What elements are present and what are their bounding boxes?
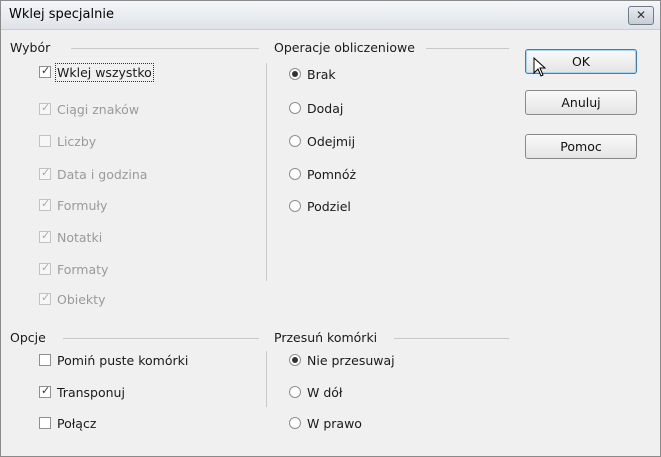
checkbox-label: Liczby — [57, 133, 97, 149]
checkbox-icon: ✓ — [39, 197, 51, 211]
radio-icon — [289, 135, 301, 147]
operations-group-label: Operacje obliczeniowe — [274, 40, 419, 55]
window-title: Wklej specjalnie — [9, 7, 114, 22]
checkbox-icon: ✓ — [39, 291, 51, 305]
selection-group-label: Wybór — [10, 40, 55, 55]
checkbox-icon: ✓ — [39, 261, 51, 275]
radio-icon — [289, 102, 301, 114]
radio-multiply[interactable]: Pomnóż — [289, 164, 356, 184]
checkbox-icon — [39, 417, 51, 429]
checkbox-icon — [39, 354, 51, 366]
close-icon: ✕ — [635, 8, 647, 22]
checkbox-icon — [39, 135, 51, 147]
checkbox-label: Formaty — [57, 261, 109, 277]
radio-none[interactable]: Brak — [289, 64, 336, 84]
checkbox-link[interactable]: Połącz — [39, 413, 96, 433]
radio-right[interactable]: W prawo — [289, 413, 362, 433]
checkbox-strings[interactable]: ✓ Ciągi znaków — [39, 99, 139, 119]
checkbox-date-time[interactable]: ✓ Data i godzina — [39, 164, 147, 184]
help-button[interactable]: Pomoc — [525, 134, 637, 159]
checkbox-objects[interactable]: ✓ Obiekty — [39, 289, 105, 309]
radio-label: Dodaj — [307, 100, 344, 116]
shift-group-label: Przesuń komórki — [274, 330, 382, 345]
checkbox-label: Pomiń puste komórki — [57, 352, 189, 368]
options-group-label: Opcje — [10, 330, 50, 345]
radio-icon — [289, 68, 301, 80]
checkbox-formulas[interactable]: ✓ Formuły — [39, 195, 107, 215]
checkbox-label: Notatki — [57, 229, 103, 245]
paste-special-dialog: Wklej specjalnie ✕ Wybór ✓ Wklej wszystk… — [0, 0, 661, 457]
selection-group-line — [71, 48, 259, 49]
radio-label: W dół — [307, 384, 343, 400]
checkbox-label: Formuły — [57, 197, 108, 213]
checkbox-label: Ciągi znaków — [57, 101, 140, 117]
checkbox-icon: ✓ — [39, 229, 51, 243]
radio-icon — [289, 200, 301, 212]
checkbox-skip-empty[interactable]: Pomiń puste komórki — [39, 350, 188, 370]
radio-icon — [289, 417, 301, 429]
radio-subtract[interactable]: Odejmij — [289, 131, 355, 151]
close-button[interactable]: ✕ — [628, 6, 654, 25]
checkbox-icon: ✓ — [39, 384, 51, 398]
radio-label: Brak — [307, 66, 336, 82]
checkbox-notes[interactable]: ✓ Notatki — [39, 227, 102, 247]
radio-label: Nie przesuwaj — [307, 352, 395, 368]
shift-group-line — [394, 338, 509, 339]
radio-label: Odejmij — [307, 133, 356, 149]
radio-icon — [289, 354, 301, 366]
checkbox-label: Data i godzina — [57, 166, 148, 182]
checkbox-icon: ✓ — [39, 166, 51, 180]
title-bar: Wklej specjalnie ✕ — [1, 1, 660, 30]
radio-divide[interactable]: Podziel — [289, 196, 351, 216]
cancel-button[interactable]: Anuluj — [525, 90, 637, 115]
checkbox-numbers[interactable]: Liczby — [39, 131, 96, 151]
radio-no-shift[interactable]: Nie przesuwaj — [289, 350, 395, 370]
operations-divider — [266, 63, 267, 281]
radio-add[interactable]: Dodaj — [289, 98, 343, 118]
checkbox-icon: ✓ — [39, 101, 51, 115]
checkbox-transpose[interactable]: ✓ Transponuj — [39, 382, 125, 402]
radio-label: W prawo — [307, 415, 362, 431]
shift-divider — [266, 351, 267, 407]
checkbox-formats[interactable]: ✓ Formaty — [39, 259, 108, 279]
checkbox-icon: ✓ — [39, 64, 51, 78]
radio-label: Podziel — [307, 198, 351, 214]
mouse-pointer-icon — [533, 57, 547, 77]
radio-down[interactable]: W dół — [289, 382, 342, 402]
operations-group-line — [426, 48, 509, 49]
checkbox-label: Obiekty — [57, 291, 106, 307]
checkbox-label: Wklej wszystko — [55, 62, 154, 82]
checkbox-paste-all[interactable]: ✓ Wklej wszystko — [39, 62, 154, 82]
radio-label: Pomnóż — [307, 166, 357, 182]
radio-icon — [289, 386, 301, 398]
radio-icon — [289, 168, 301, 180]
checkbox-label: Połącz — [57, 415, 97, 431]
checkbox-label: Transponuj — [57, 384, 125, 400]
options-group-line — [63, 338, 259, 339]
